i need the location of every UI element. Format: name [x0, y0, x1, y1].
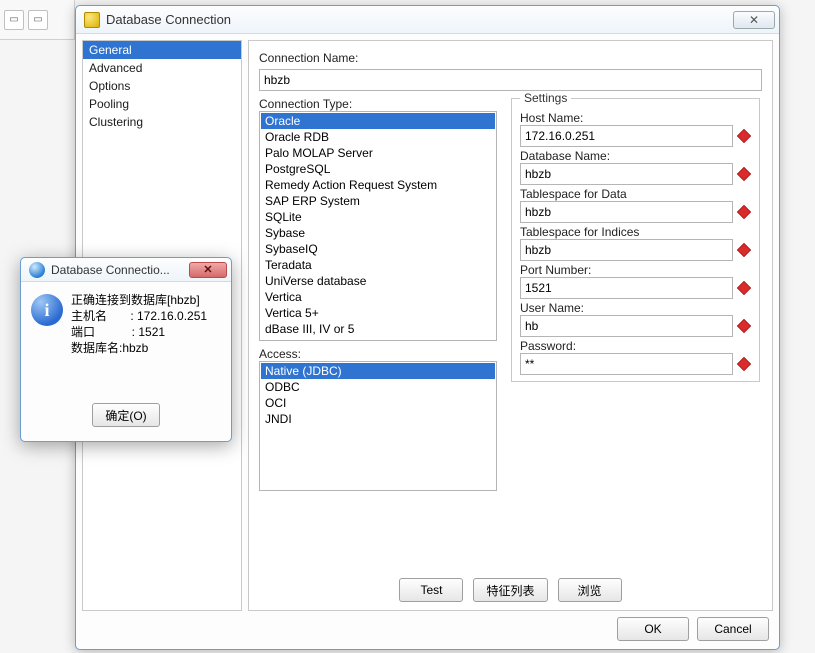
settings-legend: Settings: [520, 91, 571, 105]
type-option[interactable]: Sybase: [261, 225, 495, 241]
right-column: Settings Host Name: Database Name:: [509, 95, 762, 566]
type-option[interactable]: SybaseIQ: [261, 241, 495, 257]
popup-footer: 确定(O): [21, 403, 231, 441]
ts-idx-label: Tablespace for Indices: [520, 225, 751, 239]
db-input[interactable]: [520, 163, 733, 185]
variable-icon[interactable]: [737, 319, 751, 333]
left-column: Connection Type: OracleOracle RDBPalo MO…: [259, 95, 497, 566]
browse-button[interactable]: 浏览: [558, 578, 622, 602]
type-option[interactable]: Vertica 5+: [261, 305, 495, 321]
access-label: Access:: [259, 347, 497, 361]
connection-name-label: Connection Name:: [259, 51, 762, 65]
type-option[interactable]: Oracle: [261, 113, 495, 129]
popup-message: 正确连接到数据库[hbzb] 主机名 : 172.16.0.251 端口 : 1…: [71, 292, 221, 399]
port-input[interactable]: [520, 277, 733, 299]
variable-icon[interactable]: [737, 129, 751, 143]
type-option[interactable]: Oracle RDB: [261, 129, 495, 145]
action-row: Test 特征列表 浏览: [259, 570, 762, 604]
popup-ok-button[interactable]: 确定(O): [92, 403, 159, 427]
variable-icon[interactable]: [737, 357, 751, 371]
nav-item-general[interactable]: General: [83, 41, 241, 59]
type-option[interactable]: Remedy Action Request System: [261, 177, 495, 193]
content-panel: Connection Name: Connection Type: Oracle…: [248, 40, 773, 611]
popup-titlebar[interactable]: Database Connectio... ✕: [21, 258, 231, 282]
variable-icon[interactable]: [737, 243, 751, 257]
connection-name-input[interactable]: [259, 69, 762, 91]
info-popup: Database Connectio... ✕ i 正确连接到数据库[hbzb]…: [20, 257, 232, 442]
test-button[interactable]: Test: [399, 578, 463, 602]
toolbar-icon: ▭: [28, 10, 48, 30]
variable-icon[interactable]: [737, 167, 751, 181]
pwd-input[interactable]: [520, 353, 733, 375]
access-option[interactable]: OCI: [261, 395, 495, 411]
window-close-button[interactable]: ✕: [733, 11, 775, 29]
info-icon: i: [31, 294, 63, 326]
host-label: Host Name:: [520, 111, 751, 125]
db-label: Database Name:: [520, 149, 751, 163]
user-label: User Name:: [520, 301, 751, 315]
ts-data-input[interactable]: [520, 201, 733, 223]
access-option[interactable]: Native (JDBC): [261, 363, 495, 379]
port-label: Port Number:: [520, 263, 751, 277]
type-option[interactable]: SQLite: [261, 209, 495, 225]
connection-type-label: Connection Type:: [259, 97, 497, 111]
ts-data-label: Tablespace for Data: [520, 187, 751, 201]
pwd-label: Password:: [520, 339, 751, 353]
host-input[interactable]: [520, 125, 733, 147]
feature-list-button[interactable]: 特征列表: [473, 578, 547, 602]
variable-icon[interactable]: [737, 205, 751, 219]
type-option[interactable]: UniVerse database: [261, 273, 495, 289]
type-option[interactable]: Palo MOLAP Server: [261, 145, 495, 161]
globe-icon: [29, 262, 45, 278]
nav-item-options[interactable]: Options: [83, 77, 241, 95]
connection-type-list[interactable]: OracleOracle RDBPalo MOLAP ServerPostgre…: [259, 111, 497, 341]
type-option[interactable]: Teradata: [261, 257, 495, 273]
type-option[interactable]: dBase III, IV or 5: [261, 321, 495, 337]
type-option[interactable]: Vertica: [261, 289, 495, 305]
type-option[interactable]: PostgreSQL: [261, 161, 495, 177]
database-icon: [84, 12, 100, 28]
cancel-button[interactable]: Cancel: [697, 617, 769, 641]
access-option[interactable]: JNDI: [261, 411, 495, 427]
nav-item-pooling[interactable]: Pooling: [83, 95, 241, 113]
ts-idx-input[interactable]: [520, 239, 733, 261]
window-title: Database Connection: [106, 12, 733, 27]
background-toolbar: ▭ ▭: [0, 0, 75, 40]
type-option[interactable]: SAP ERP System: [261, 193, 495, 209]
popup-title: Database Connectio...: [51, 263, 189, 277]
toolbar-icon: ▭: [4, 10, 24, 30]
settings-fieldset: Settings Host Name: Database Name:: [511, 91, 760, 382]
footer-row: OK Cancel: [82, 611, 773, 643]
user-input[interactable]: [520, 315, 733, 337]
ok-button[interactable]: OK: [617, 617, 689, 641]
variable-icon[interactable]: [737, 281, 751, 295]
access-option[interactable]: ODBC: [261, 379, 495, 395]
nav-item-clustering[interactable]: Clustering: [83, 113, 241, 131]
nav-item-advanced[interactable]: Advanced: [83, 59, 241, 77]
popup-close-button[interactable]: ✕: [189, 262, 227, 278]
window-titlebar[interactable]: Database Connection ✕: [76, 6, 779, 34]
popup-body: i 正确连接到数据库[hbzb] 主机名 : 172.16.0.251 端口 :…: [21, 282, 231, 403]
access-list[interactable]: Native (JDBC)ODBCOCIJNDI: [259, 361, 497, 491]
